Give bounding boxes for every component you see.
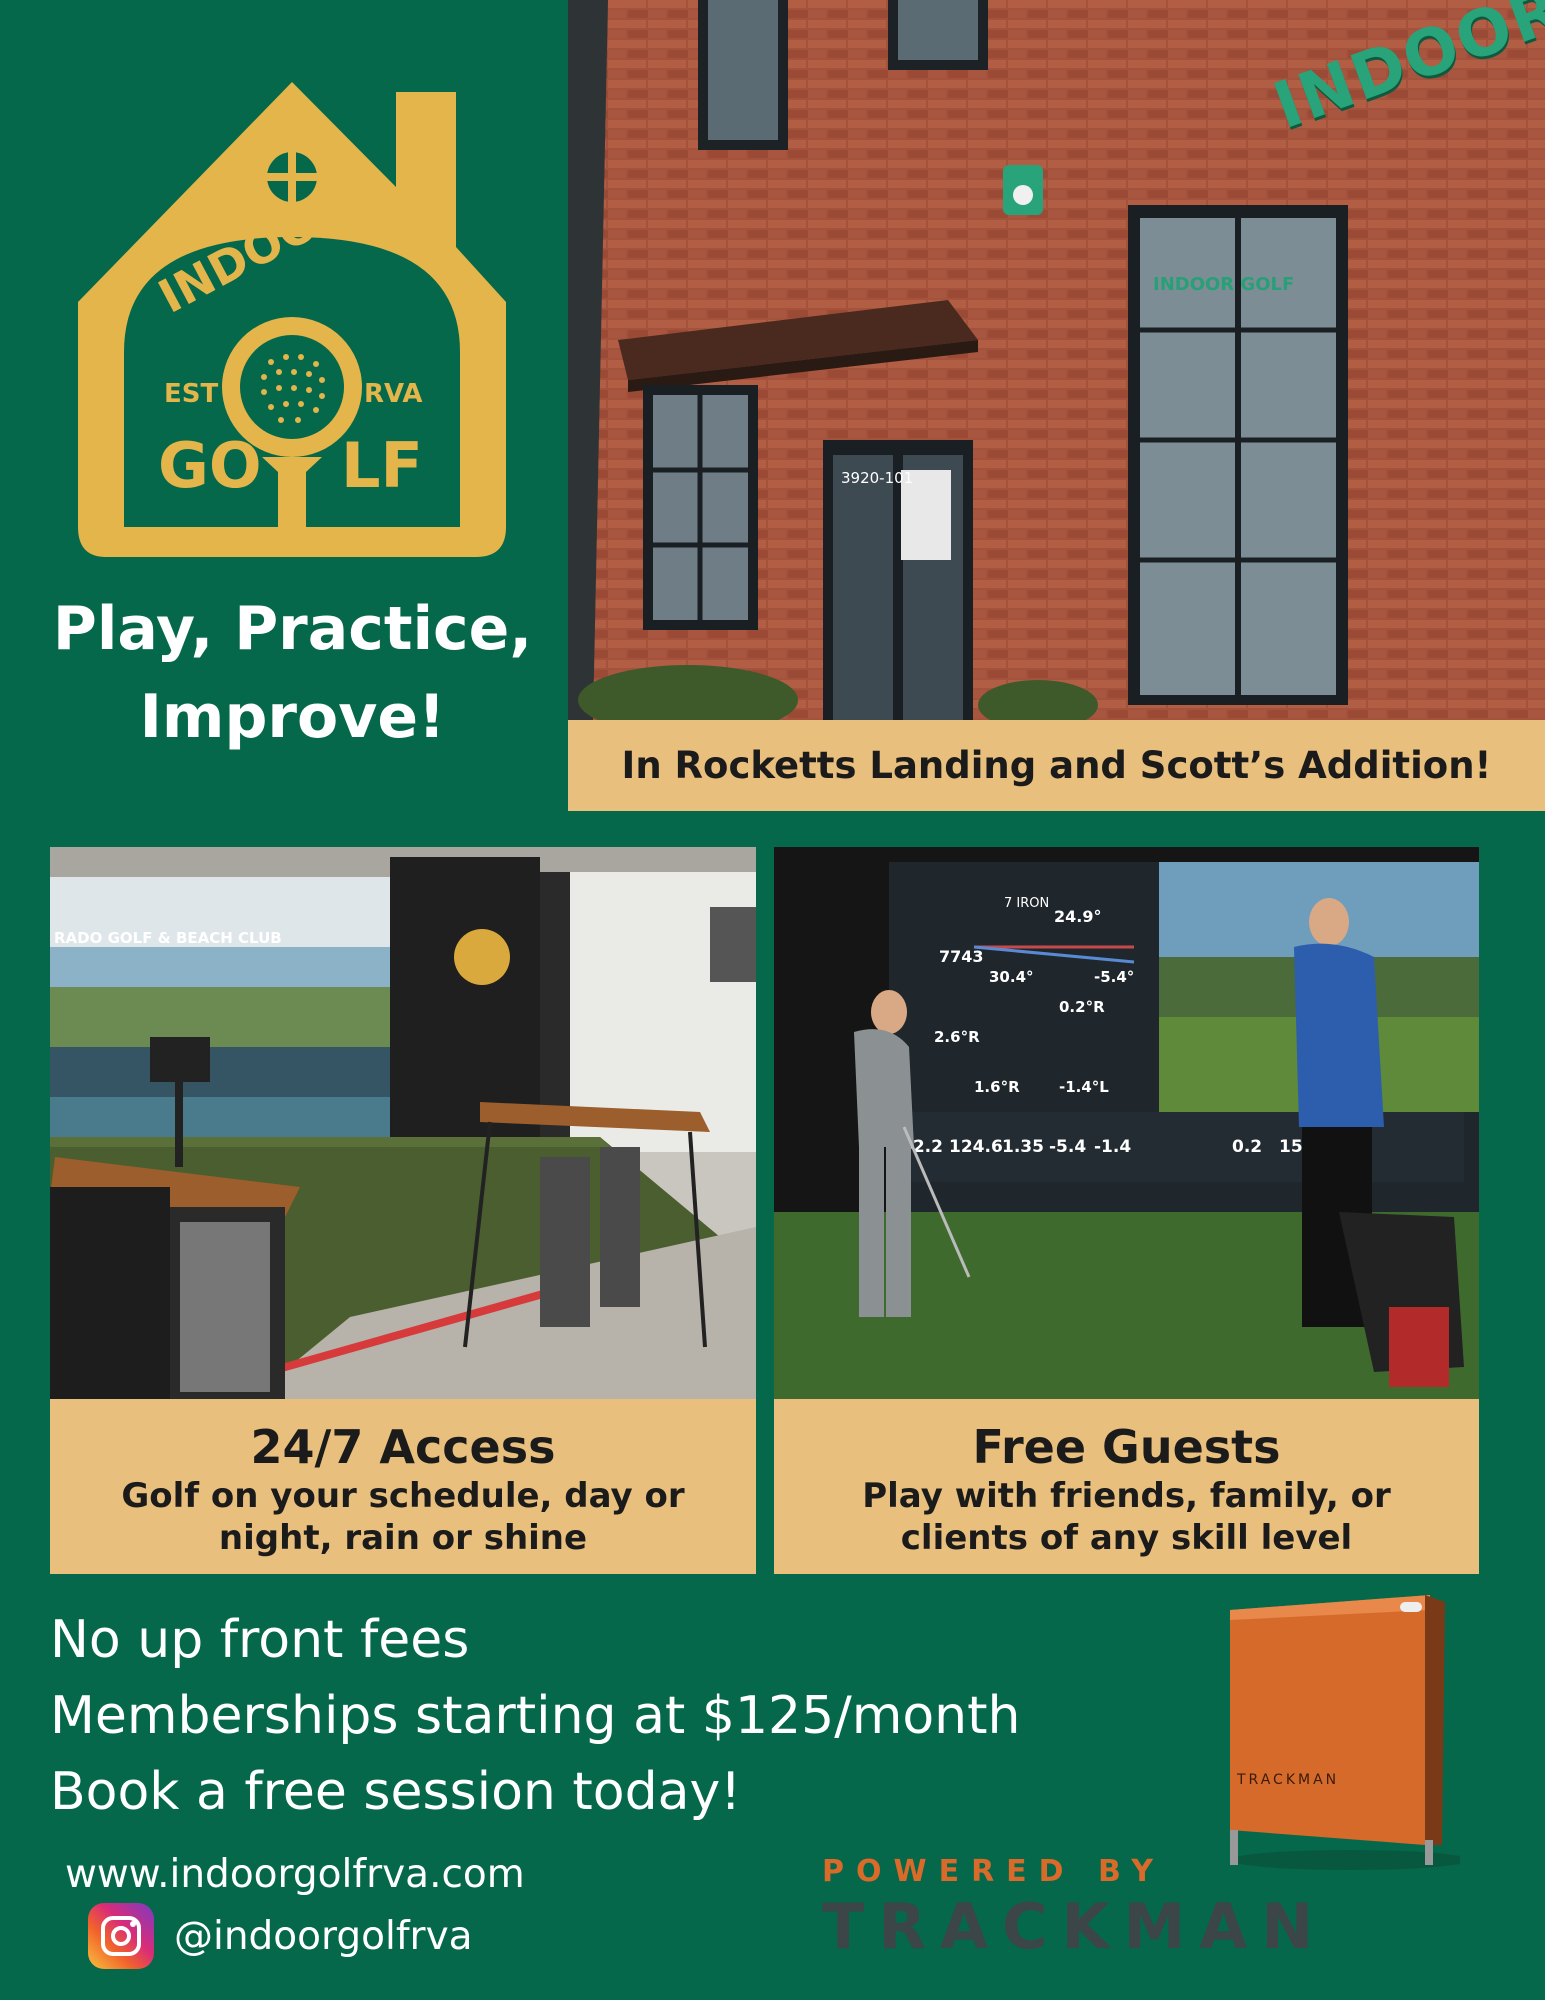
- simulator-bay-photo: RADO GOLF & BEACH CLUB: [50, 847, 756, 1399]
- powered-by-label: POWERED BY: [822, 1854, 1165, 1889]
- feature-description-line-2: night, rain or shine: [218, 1518, 588, 1558]
- door-number: 3920-101: [841, 469, 913, 487]
- svg-text:LF: LF: [341, 429, 423, 502]
- feature-title: 24/7 Access: [250, 1420, 556, 1474]
- svg-text:30.4°: 30.4°: [989, 968, 1034, 986]
- offers-list: No up front fees Memberships starting at…: [50, 1602, 1110, 1830]
- device-label: TRACKMAN: [1237, 1772, 1340, 1788]
- indoor-golf-logo: INDOOR EST RVA GO LF: [66, 52, 518, 557]
- building-photo: 3920-101 INDOOR GOLF: [568, 0, 1545, 720]
- location-banner: In Rocketts Landing and Scott’s Addition…: [568, 720, 1545, 811]
- instagram-link[interactable]: @indoorgolfrva: [88, 1903, 473, 1969]
- svg-text:0.2: 0.2: [1232, 1137, 1262, 1157]
- screen-course-name: RADO GOLF & BEACH CLUB: [54, 929, 282, 947]
- logo-text-golf: GO: [158, 429, 262, 502]
- svg-text:1.6°R: 1.6°R: [974, 1078, 1020, 1096]
- trackman-bay-photo: 7 IRON 24.9° 7743 30.4° -5.4° 0.2°R 2.6°…: [774, 847, 1479, 1399]
- trackman-logo-text: TRACKMAN: [822, 1890, 1328, 1963]
- tagline-line-1: Play, Practice,: [52, 594, 533, 664]
- offer-item: Book a free session today!: [50, 1762, 742, 1822]
- logo-text-rva: RVA: [364, 379, 423, 409]
- svg-text:-1.4: -1.4: [1094, 1137, 1131, 1157]
- website-link[interactable]: www.indoorgolfrva.com: [65, 1852, 525, 1897]
- feature-description-line-2: clients of any skill level: [900, 1518, 1353, 1558]
- feature-card-24-7: 24/7 Access Golf on your schedule, day o…: [50, 1399, 756, 1574]
- svg-text:124.6: 124.6: [949, 1137, 1003, 1157]
- instagram-icon: [88, 1903, 154, 1969]
- offer-item: Memberships starting at $125/month: [50, 1686, 1021, 1746]
- tagline-line-2: Improve!: [139, 682, 446, 752]
- feature-card-free-guests: Free Guests Play with friends, family, o…: [774, 1399, 1479, 1574]
- svg-text:1.35: 1.35: [1002, 1137, 1044, 1157]
- svg-text:-1.4°L: -1.4°L: [1059, 1078, 1109, 1096]
- feature-description-line-1: Golf on your schedule, day or: [121, 1476, 685, 1516]
- trackman-device-image: [1200, 1590, 1460, 1870]
- svg-text:7743: 7743: [939, 947, 984, 966]
- feature-description-line-1: Play with friends, family, or: [862, 1476, 1391, 1516]
- tagline: Play, Practice, Improve!: [20, 585, 565, 761]
- window-sign: INDOOR GOLF: [1153, 274, 1294, 295]
- instagram-handle: @indoorgolfrva: [174, 1913, 473, 1959]
- svg-text:-5.4: -5.4: [1049, 1137, 1086, 1157]
- svg-text:-5.4°: -5.4°: [1094, 968, 1134, 986]
- svg-text:2.6°R: 2.6°R: [934, 1028, 980, 1046]
- screen-club: 7 IRON: [1004, 896, 1049, 911]
- logo-text-est: EST: [164, 379, 218, 409]
- svg-text:0.2°R: 0.2°R: [1059, 998, 1105, 1016]
- offer-item: No up front fees: [50, 1610, 470, 1670]
- svg-text:24.9°: 24.9°: [1054, 907, 1101, 926]
- feature-title: Free Guests: [972, 1420, 1281, 1474]
